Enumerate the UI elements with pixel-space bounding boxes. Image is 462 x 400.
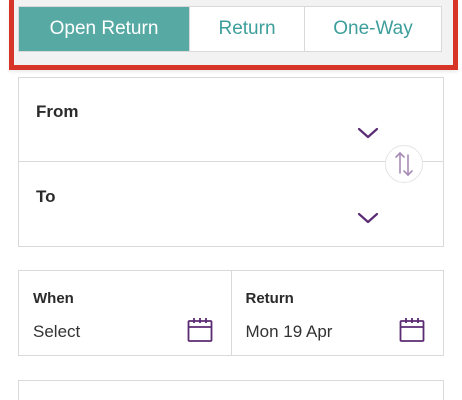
next-field[interactable]: [18, 380, 444, 400]
calendar-icon: [187, 318, 212, 342]
calendar-icon: [399, 318, 425, 342]
swap-stations-button[interactable]: [385, 145, 423, 183]
when-date-field[interactable]: When Select: [19, 271, 231, 355]
return-value: Mon 19 Apr: [245, 322, 333, 341]
route-box: From To: [18, 77, 444, 247]
when-value: Select: [33, 322, 81, 341]
tab-one-way[interactable]: One-Way: [304, 7, 441, 51]
when-label: When: [33, 290, 74, 307]
tab-open-return[interactable]: Open Return: [19, 7, 189, 51]
swap-icon: [395, 152, 413, 176]
from-label: From: [36, 102, 79, 121]
return-label: Return: [245, 290, 294, 307]
to-label: To: [36, 187, 56, 206]
journey-type-tabs: Open Return Return One-Way: [18, 6, 442, 52]
chevron-down-icon: [357, 212, 379, 224]
to-field[interactable]: To: [19, 163, 443, 247]
tab-return[interactable]: Return: [189, 7, 304, 51]
dates-box: When Select Return Mon 19 Apr: [18, 270, 444, 356]
chevron-down-icon: [357, 127, 379, 139]
from-field[interactable]: From: [19, 78, 443, 162]
return-date-field[interactable]: Return Mon 19 Apr: [230, 271, 444, 355]
